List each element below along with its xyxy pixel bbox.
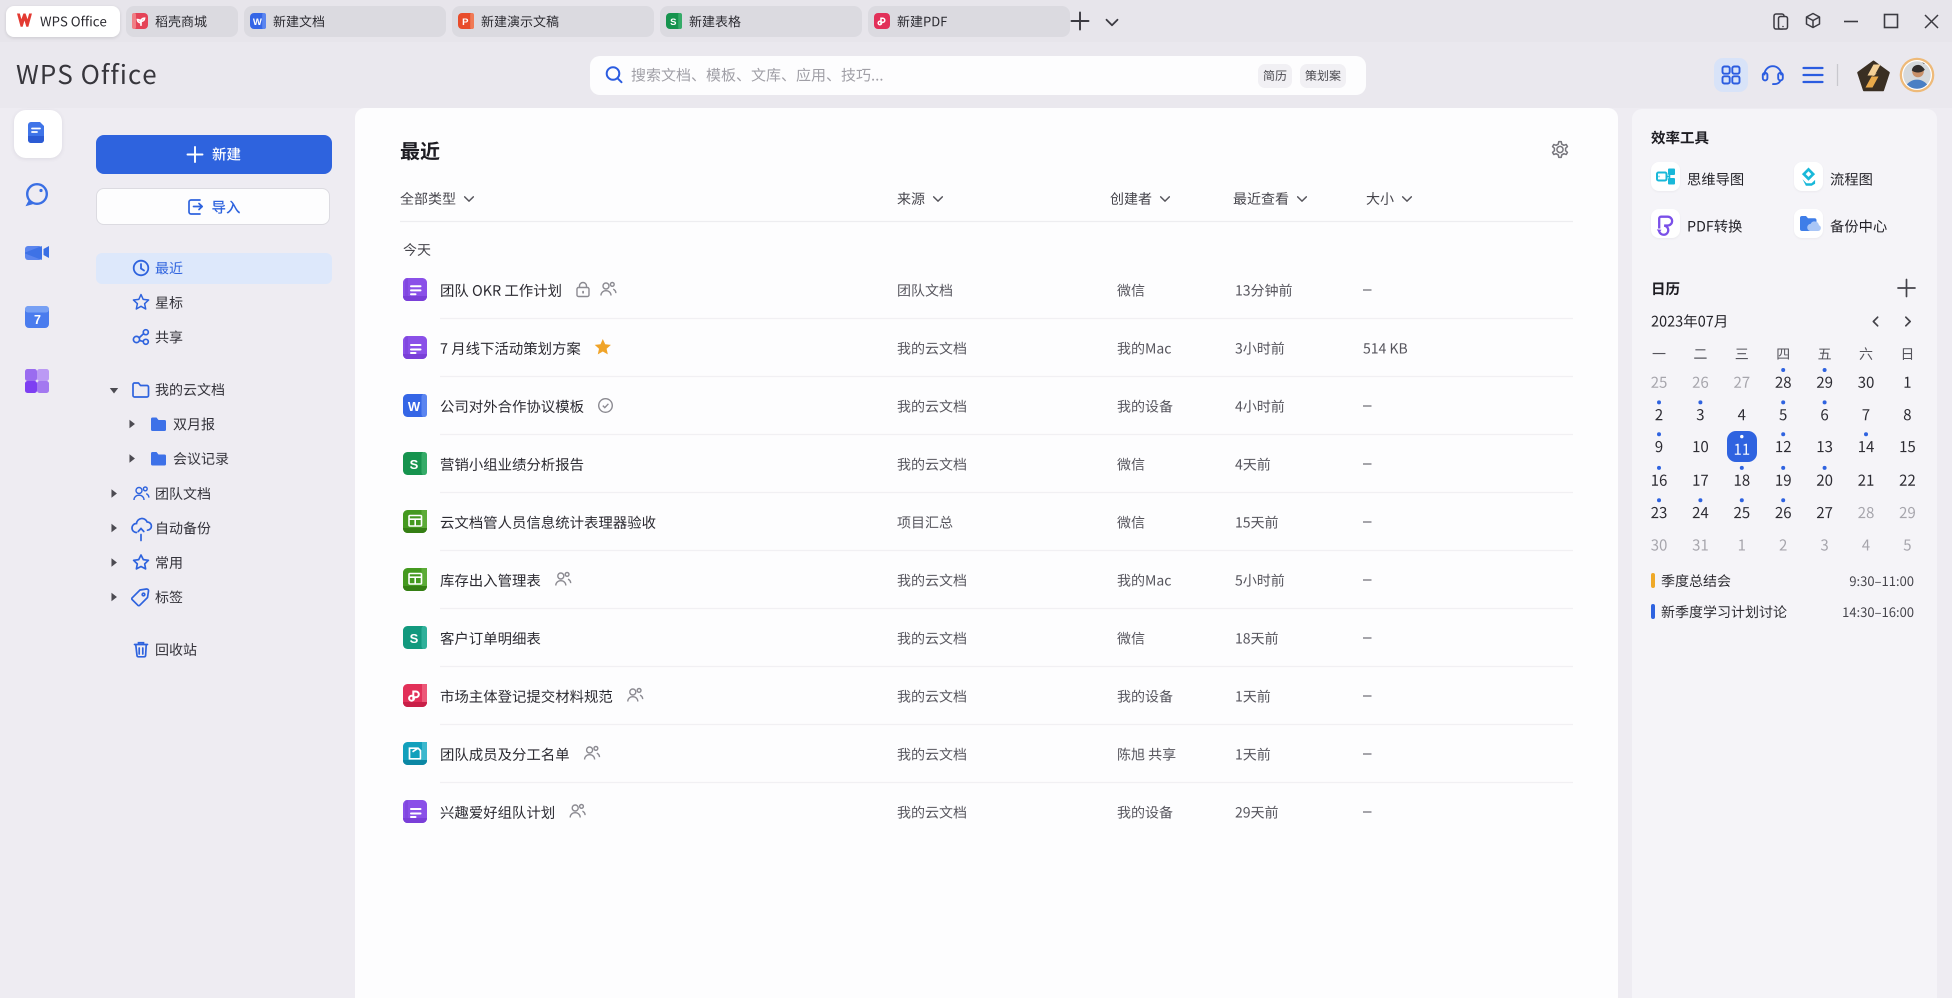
svg-text:W: W [408, 399, 421, 414]
svg-text:S: S [410, 631, 419, 646]
svg-text:W: W [253, 17, 262, 28]
svg-text:P: P [462, 17, 469, 28]
svg-text:S: S [670, 17, 676, 28]
svg-text:S: S [410, 457, 419, 472]
svg-text:7: 7 [34, 313, 41, 327]
